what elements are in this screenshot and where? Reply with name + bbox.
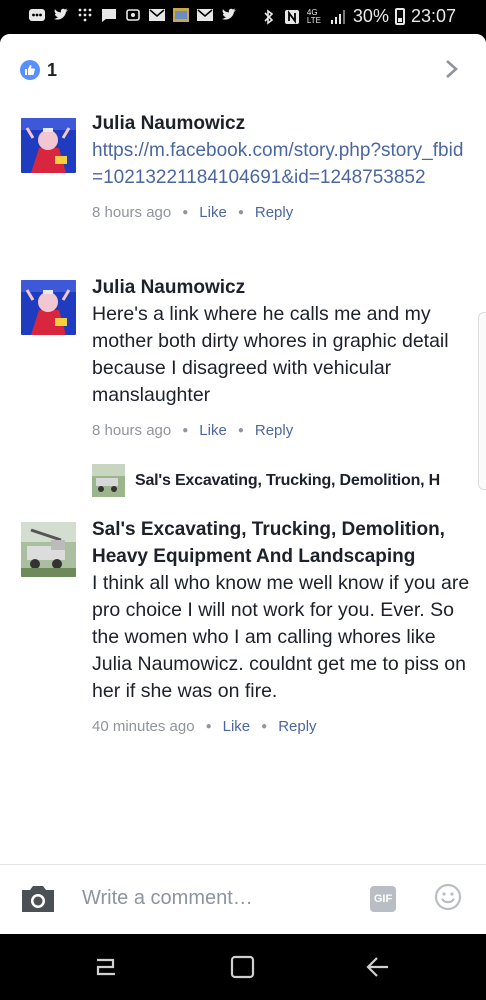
comments-screen: 1 Julia Naumowicz https://m.facebook.com…	[0, 34, 486, 934]
comment-input[interactable]: Write a comment…	[82, 887, 253, 910]
twitter-icon	[52, 7, 70, 23]
dialpad-icon	[76, 7, 94, 23]
like-button[interactable]: Like	[199, 422, 227, 439]
scrollbar[interactable]	[478, 312, 486, 490]
comment-meta: 8 hours ago ● Like ● Reply	[92, 204, 472, 221]
recent-apps-icon[interactable]	[92, 954, 120, 980]
chevron-right-icon[interactable]	[444, 58, 460, 80]
comment-link[interactable]: https://m.facebook.com/story.php?story_f…	[92, 137, 472, 191]
meta-separator: ●	[182, 425, 189, 436]
meta-separator: ●	[261, 721, 268, 732]
signal-icon	[329, 9, 347, 25]
reply-preview-author: Sal's Excavating, Trucking, Demolition, …	[135, 472, 441, 489]
reply-preview[interactable]: Sal's Excavating, Trucking, Demolition, …	[92, 464, 486, 498]
gmail-icon	[196, 7, 214, 23]
comment-body: Julia Naumowicz https://m.facebook.com/s…	[92, 110, 472, 221]
meta-separator: ●	[182, 207, 189, 218]
notification-icons	[28, 7, 238, 23]
system-nav-bar	[0, 934, 486, 1000]
gif-button[interactable]: GIF	[370, 886, 396, 912]
like-count: 1	[47, 60, 58, 80]
comment-author[interactable]: Sal's Excavating, Trucking, Demolition, …	[92, 516, 472, 570]
camera-icon[interactable]	[20, 884, 56, 914]
comment-body: Julia Naumowicz Here's a link where he c…	[92, 274, 472, 439]
meta-separator: ●	[237, 425, 244, 436]
photo-icon	[172, 7, 190, 23]
sticker-icon[interactable]	[434, 883, 462, 911]
network-type: 4G LTE	[306, 7, 321, 25]
battery-percent: 30%	[352, 6, 389, 26]
avatar[interactable]	[21, 280, 76, 335]
clock: 23:07	[410, 6, 456, 26]
comment-author[interactable]: Julia Naumowicz	[92, 110, 472, 137]
meta-separator: ●	[237, 207, 244, 218]
reply-button[interactable]: Reply	[255, 422, 293, 439]
comment-author[interactable]: Julia Naumowicz	[92, 274, 472, 301]
comment-meta: 40 minutes ago ● Like ● Reply	[92, 718, 472, 735]
twitter-icon	[220, 7, 238, 23]
comment-text: I think all who know me well know if you…	[92, 572, 470, 702]
comment-body: Sal's Excavating, Trucking, Demolition, …	[92, 516, 472, 735]
bluetooth-icon	[259, 8, 277, 25]
message-icon	[100, 7, 118, 23]
comment-text: Here's a link where he calls me and my m…	[92, 303, 449, 406]
avatar	[92, 464, 125, 497]
like-reaction-icon	[20, 60, 40, 80]
more-icon	[28, 7, 46, 23]
nfc-icon	[283, 9, 301, 25]
notification-icon	[124, 7, 142, 23]
comment-meta: 8 hours ago ● Like ● Reply	[92, 422, 472, 439]
battery-icon	[394, 8, 405, 25]
gmail-icon	[148, 7, 166, 23]
comment-composer: Write a comment… GIF	[0, 864, 486, 934]
system-icons: 4G LTE 30% 23:07	[259, 6, 456, 27]
back-icon[interactable]	[364, 954, 392, 980]
like-button[interactable]: Like	[199, 204, 227, 221]
like-button[interactable]: Like	[223, 718, 251, 735]
comment-time: 8 hours ago	[92, 422, 172, 439]
status-bar: 4G LTE 30% 23:07	[0, 0, 486, 34]
meta-separator: ●	[205, 721, 212, 732]
comment-time: 8 hours ago	[92, 204, 172, 221]
reply-button[interactable]: Reply	[278, 718, 316, 735]
comment-time: 40 minutes ago	[92, 718, 195, 735]
home-icon[interactable]	[229, 954, 257, 980]
reply-button[interactable]: Reply	[255, 204, 293, 221]
avatar[interactable]	[21, 522, 76, 577]
reactions-header[interactable]: 1	[0, 34, 486, 102]
avatar[interactable]	[21, 118, 76, 173]
